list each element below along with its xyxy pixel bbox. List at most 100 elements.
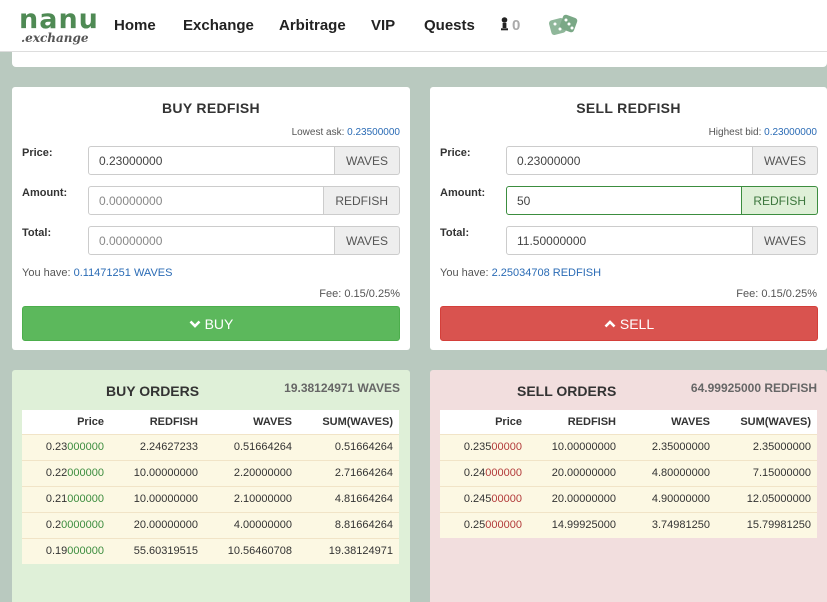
sell-header-waves: WAVES	[622, 410, 716, 434]
sell-orders-panel: SELL ORDERS 64.99925000 REDFISH Price RE…	[430, 370, 827, 602]
sell-amount-input[interactable]	[506, 186, 743, 215]
user-icon	[501, 17, 508, 31]
sell-fee: Fee: 0.15/0.25%	[736, 288, 817, 300]
buy-orders-header-row: Price REDFISH WAVES SUM(WAVES)	[22, 410, 399, 434]
table-row[interactable]: 0.23500000 10.00000000 2.35000000 2.3500000…	[440, 433, 817, 460]
sell-total-unit: WAVES	[752, 226, 818, 255]
table-row[interactable]: 0.22000000 10.00000000 2.20000000 2.7166426…	[22, 459, 399, 486]
sell-orders-table: Price REDFISH WAVES SUM(WAVES) 0.2350000…	[440, 410, 817, 538]
buy-fee: Fee: 0.15/0.25%	[319, 288, 400, 300]
buy-order-redfish: 10.00000000	[110, 485, 204, 512]
buy-order-redfish: 55.60319515	[110, 537, 204, 564]
table-row[interactable]: 0.24000000 20.00000000 4.80000000 7.1500000…	[440, 459, 817, 486]
buy-button[interactable]: BUY	[22, 306, 400, 341]
table-row[interactable]: 0.25000000 14.99925000 3.74981250 15.799812…	[440, 511, 817, 538]
buy-total-unit: WAVES	[334, 226, 400, 255]
sell-price-input[interactable]	[506, 146, 753, 175]
table-row[interactable]: 0.20000000 20.00000000 4.00000000 8.8166426…	[22, 511, 399, 538]
header-strip	[12, 52, 827, 67]
buy-amount-unit: REDFISH	[324, 186, 400, 215]
buy-header-redfish: REDFISH	[110, 410, 204, 434]
nanu-exchange-logo[interactable]: nanu .exchange	[19, 4, 99, 44]
sell-total-input[interactable]	[506, 226, 753, 255]
buy-price-input[interactable]	[88, 146, 335, 175]
buy-total-group: WAVES	[88, 226, 400, 255]
chevron-up-icon	[604, 319, 616, 329]
sell-order-waves: 4.90000000	[622, 485, 716, 512]
nav-quests-link[interactable]: Quests	[424, 17, 475, 34]
sell-price-group: WAVES	[506, 146, 818, 175]
buy-order-redfish: 10.00000000	[110, 459, 204, 486]
buy-balance-value[interactable]: 0.11471251 WAVES	[74, 267, 173, 279]
buy-order-price[interactable]: 0.19000000	[22, 537, 110, 564]
buy-order-waves: 4.00000000	[204, 511, 298, 538]
buy-panel: BUY REDFISH Lowest ask: 0.23500000 Price…	[12, 87, 410, 350]
sell-amount-unit: REDFISH	[742, 186, 818, 215]
sell-balance: You have: 2.25034708 REDFISH	[440, 267, 601, 279]
buy-header-sum: SUM(WAVES)	[298, 410, 399, 434]
nav-home-link[interactable]: Home	[114, 17, 156, 34]
buy-order-price[interactable]: 0.20000000	[22, 511, 110, 538]
highest-bid: Highest bid: 0.23000000	[709, 127, 817, 138]
buy-balance-label: You have:	[22, 267, 71, 279]
buy-button-label: BUY	[204, 315, 234, 332]
highest-bid-value[interactable]: 0.23000000	[764, 127, 817, 138]
nav-vip-link[interactable]: VIP	[371, 17, 395, 34]
sell-order-price[interactable]: 0.23500000	[440, 433, 528, 460]
user-count[interactable]: 0	[500, 17, 520, 34]
buy-orders-total: 19.38124971 WAVES	[284, 381, 400, 395]
sell-order-sum: 12.05000000	[716, 485, 817, 512]
buy-balance: You have: 0.11471251 WAVES	[22, 267, 172, 279]
sell-order-price[interactable]: 0.25000000	[440, 511, 528, 538]
buy-order-waves: 10.56460708	[204, 537, 298, 564]
sell-panel-title: SELL REDFISH	[576, 100, 681, 116]
buy-price-unit: WAVES	[334, 146, 400, 175]
lowest-ask-value[interactable]: 0.23500000	[347, 127, 400, 138]
logo-main-text: nanu	[19, 4, 99, 35]
table-row[interactable]: 0.24500000 20.00000000 4.90000000 12.050000…	[440, 485, 817, 512]
sell-total-label: Total:	[440, 227, 470, 239]
dice-icon[interactable]	[548, 13, 578, 44]
sell-order-waves: 4.80000000	[622, 459, 716, 486]
sell-header-price: Price	[440, 410, 528, 434]
sell-order-price[interactable]: 0.24500000	[440, 485, 528, 512]
user-count-value: 0	[512, 17, 521, 34]
sell-button[interactable]: SELL	[440, 306, 818, 341]
nav-exchange-link[interactable]: Exchange	[183, 17, 254, 34]
nav-arbitrage-link[interactable]: Arbitrage	[279, 17, 346, 34]
buy-price-label: Price:	[22, 147, 53, 159]
buy-price-group: WAVES	[88, 146, 400, 175]
buy-order-waves: 2.20000000	[204, 459, 298, 486]
table-row[interactable]: 0.23000000 2.24627233 0.51664264 0.51664264	[22, 433, 399, 460]
sell-order-sum: 15.79981250	[716, 511, 817, 538]
buy-order-price[interactable]: 0.22000000	[22, 459, 110, 486]
top-navbar: nanu .exchange Home Exchange Arbitrage V…	[0, 0, 827, 52]
buy-order-price[interactable]: 0.21000000	[22, 485, 110, 512]
buy-order-price[interactable]: 0.23000000	[22, 433, 110, 460]
sell-orders-title: SELL ORDERS	[517, 383, 617, 399]
sell-orders-header-row: Price REDFISH WAVES SUM(WAVES)	[440, 410, 817, 434]
buy-amount-group: REDFISH	[88, 186, 400, 215]
buy-total-input[interactable]	[88, 226, 335, 255]
sell-order-price[interactable]: 0.24000000	[440, 459, 528, 486]
table-row[interactable]: 0.19000000 55.60319515 10.56460708 19.38124…	[22, 537, 399, 564]
sell-panel: SELL REDFISH Highest bid: 0.23000000 Pri…	[430, 87, 827, 350]
sell-order-waves: 3.74981250	[622, 511, 716, 538]
sell-balance-value[interactable]: 2.25034708 REDFISH	[492, 267, 601, 279]
buy-order-sum: 4.81664264	[298, 485, 399, 512]
sell-order-waves: 2.35000000	[622, 433, 716, 460]
sell-order-sum: 7.15000000	[716, 459, 817, 486]
buy-order-sum: 19.38124971	[298, 537, 399, 564]
buy-orders-title: BUY ORDERS	[106, 383, 200, 399]
sell-amount-label: Amount:	[440, 187, 486, 199]
buy-order-sum: 8.81664264	[298, 511, 399, 538]
buy-order-redfish: 20.00000000	[110, 511, 204, 538]
sell-header-redfish: REDFISH	[528, 410, 622, 434]
buy-order-waves: 0.51664264	[204, 433, 298, 460]
buy-amount-input[interactable]	[88, 186, 325, 215]
table-row[interactable]: 0.21000000 10.00000000 2.10000000 4.8166426…	[22, 485, 399, 512]
buy-header-price: Price	[22, 410, 110, 434]
sell-price-unit: WAVES	[752, 146, 818, 175]
buy-amount-label: Amount:	[22, 187, 68, 199]
buy-panel-title: BUY REDFISH	[162, 100, 260, 116]
